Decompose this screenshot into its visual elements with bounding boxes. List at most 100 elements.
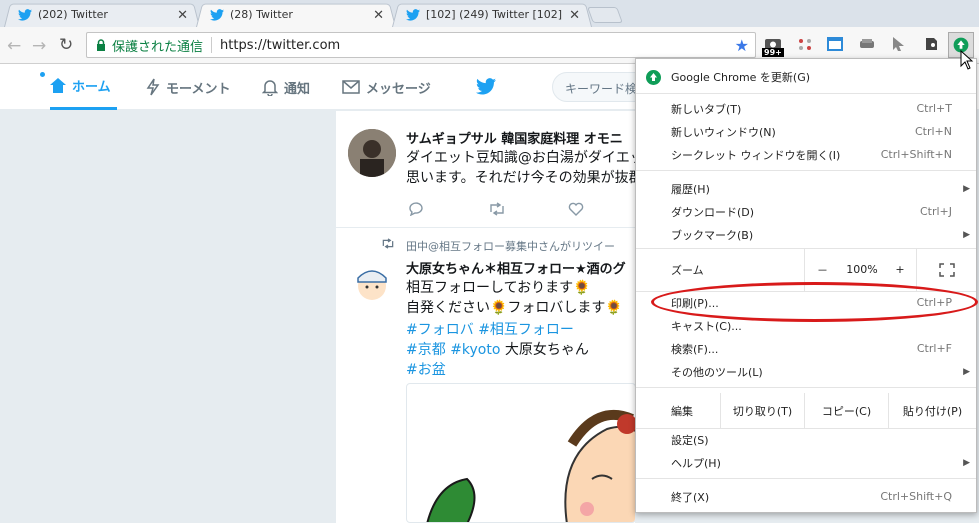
avatar[interactable] [348,260,396,308]
nav-home-label: ホーム [72,80,111,95]
nav-notifications[interactable]: 通知 [262,64,310,110]
hashtag-link[interactable]: #kyoto [450,342,500,358]
tweet-text-line: 思います。それだけ今その効果が抜群 [406,170,635,186]
menu-incognito[interactable]: シークレット ウィンドウを開く(I) Ctrl+Shift+N [636,143,976,166]
menu-new-tab[interactable]: 新しいタブ(T) Ctrl+T [636,97,976,120]
menu-help[interactable]: ヘルプ(H) ▶ [636,451,976,474]
menu-shortcut: Ctrl+T [916,102,952,115]
lightning-icon [146,78,160,96]
twitter-bird-icon [406,8,420,21]
cursor-extension-icon[interactable] [890,36,908,52]
nav-home[interactable]: ホーム [50,64,117,110]
hashtag-link[interactable]: #フォロバ [406,322,474,338]
car-extension-icon[interactable] [858,36,876,52]
forward-arrow-icon[interactable]: → [32,36,46,56]
new-tab-button[interactable] [587,7,623,23]
nav-moments-label: モーメント [166,81,231,97]
menu-shortcut: Ctrl+P [916,296,952,309]
menu-shortcut: Ctrl+J [919,205,952,218]
zoom-in-button[interactable]: + [884,248,916,291]
tweet-text-line: ダイエット豆知識@お白湯がダイエッ [406,150,635,166]
menu-new-window[interactable]: 新しいウィンドウ(N) Ctrl+N [636,120,976,143]
menu-bookmarks[interactable]: ブックマーク(B) ▶ [636,223,976,246]
hashtag-link[interactable]: #京都 [406,342,446,358]
window-extension-icon[interactable] [826,36,844,52]
menu-label: 設定(S) [671,433,709,447]
secure-label: 保護された通信 [112,39,204,55]
tweet[interactable]: サムギョプサル 韓国家庭料理 オモニ ダイエット豆知識@お白湯がダイエッ 思いま… [336,111,635,226]
paste-button[interactable]: 貼り付け(P) [888,393,976,428]
reload-icon[interactable]: ↻ [59,35,73,55]
tweet-author[interactable]: 大原女ちゃん＊相互フォロー★酒のグ [406,258,626,277]
menu-cast[interactable]: キャスト(C)... [636,314,976,337]
update-arrow-icon [646,70,661,85]
tab-twitter-102[interactable]: [102] (249) Twitter [102] ✕ [392,2,592,27]
menu-downloads[interactable]: ダウンロード(D) Ctrl+J [636,200,976,223]
tweet-media-image[interactable] [406,383,635,523]
menu-settings[interactable]: 設定(S) [636,428,976,451]
tab-close-icon[interactable]: ✕ [177,8,188,23]
tab-twitter-28[interactable]: (28) Twitter ✕ [196,2,396,27]
zoom-out-button[interactable]: － [804,248,840,291]
hashtag-line: #京都 #kyoto 大原女ちゃん [406,340,589,360]
menu-label: 履歴(H) [671,182,710,196]
menu-history[interactable]: 履歴(H) ▶ [636,177,976,200]
url-text[interactable]: https://twitter.com [220,38,340,53]
menu-shortcut: Ctrl+Shift+Q [880,490,952,503]
menu-label: 新しいタブ(T) [671,102,742,116]
back-arrow-icon[interactable]: ← [7,36,21,56]
edit-actions: 切り取り(T) コピー(C) 貼り付け(P) [720,393,976,428]
menu-more-tools[interactable]: その他のツール(L) ▶ [636,360,976,383]
home-icon [50,78,66,93]
timeline: サムギョプサル 韓国家庭料理 オモニ ダイエット豆知識@お白湯がダイエッ 思いま… [335,111,635,523]
menu-update-chrome[interactable]: Google Chrome を更新(G) [636,64,976,90]
tab-twitter-202[interactable]: (202) Twitter ✕ [4,2,200,27]
menu-label: その他のツール(L) [671,365,763,379]
fullscreen-button[interactable] [916,248,976,291]
menu-label: キャスト(C)... [671,319,742,333]
nav-moments[interactable]: モーメント [146,64,230,110]
like-icon[interactable] [568,201,635,220]
menu-label: ヘルプ(H) [671,456,721,470]
nav-notifications-label: 通知 [284,81,311,97]
menu-label: 新しいウィンドウ(N) [671,125,776,139]
tab-close-icon[interactable]: ✕ [569,8,580,23]
nav-messages-label: メッセージ [366,81,431,97]
address-bar[interactable]: 保護された通信 https://twitter.com ★ [86,32,756,58]
tweet[interactable]: 田中@相互フォロー募集中さんがリツイー 大原女ちゃん＊相互フォロー★酒のグ 相互… [336,228,635,523]
tab-strip: (202) Twitter ✕ (28) Twitter ✕ [102] (24… [0,0,979,27]
retweet-icon[interactable] [488,201,568,220]
tweet-text-trailing: 大原女ちゃん [504,342,589,358]
hashtag-line: #フォロバ #相互フォロー [406,320,574,340]
envelope-icon [342,80,360,94]
tab-close-icon[interactable]: ✕ [373,8,384,23]
retweet-context[interactable]: 田中@相互フォロー募集中さんがリツイー [406,238,615,254]
menu-print[interactable]: 印刷(P)... Ctrl+P [636,291,976,314]
evernote-extension-icon[interactable] [922,36,940,52]
cut-button[interactable]: 切り取り(T) [720,393,804,428]
submenu-arrow-icon: ▶ [963,229,970,240]
avatar[interactable] [348,129,396,177]
menu-label: ダウンロード(D) [671,205,755,219]
menu-exit[interactable]: 終了(X) Ctrl+Shift+Q [636,485,976,508]
reply-icon[interactable] [408,201,488,220]
zoom-minus-label: － [817,263,828,277]
menu-label: Google Chrome を更新(G) [671,71,811,84]
retweeted-icon [382,238,394,249]
tweet-author[interactable]: サムギョプサル 韓国家庭料理 オモニ [406,128,623,147]
chrome-main-menu: Google Chrome を更新(G) 新しいタブ(T) Ctrl+T 新しい… [635,58,977,513]
menu-find[interactable]: 検索(F)... Ctrl+F [636,337,976,360]
twitter-bird-icon [18,8,32,21]
dots-extension-icon[interactable] [796,36,814,52]
hashtag-link[interactable]: #相互フォロー [478,322,574,338]
copy-button[interactable]: コピー(C) [804,393,888,428]
twitter-logo-icon[interactable] [476,78,496,95]
twitter-bird-icon [210,8,224,21]
nav-messages[interactable]: メッセージ [342,64,431,110]
bookmark-star-icon[interactable]: ★ [735,36,749,55]
mouse-cursor-icon [960,50,974,70]
menu-label: 印刷(P)... [671,296,719,310]
menu-label: 終了(X) [671,490,710,504]
hashtag-link[interactable]: #お盆 [406,362,446,378]
menu-shortcut: Ctrl+N [914,125,952,138]
